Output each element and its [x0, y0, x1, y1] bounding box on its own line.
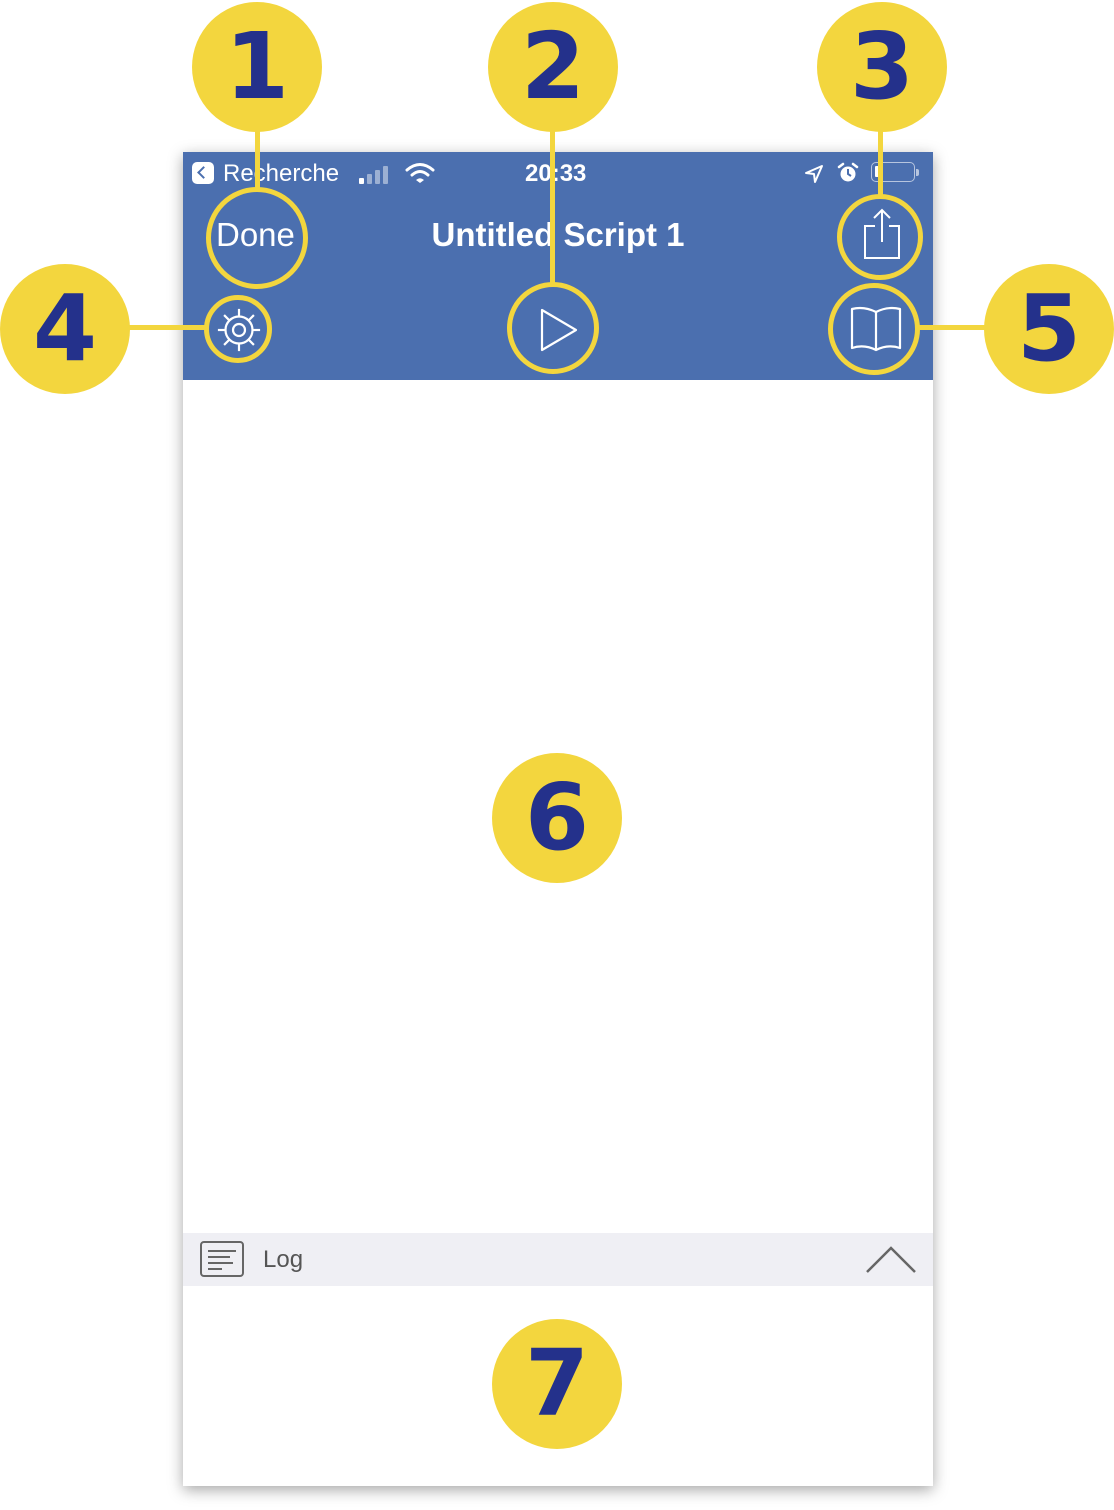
signal-icon [359, 166, 391, 184]
callout-line-1 [255, 128, 260, 188]
back-app-label[interactable]: Recherche [223, 160, 339, 188]
log-icon [200, 1241, 244, 1277]
callout-line-4 [128, 325, 206, 330]
callout-badge-2: 2 [488, 2, 618, 132]
callout-ring-done [206, 187, 308, 289]
callout-badge-7: 7 [492, 1319, 622, 1449]
callout-line-5 [918, 325, 986, 330]
callout-line-2 [550, 128, 555, 283]
back-app-icon[interactable] [192, 162, 214, 184]
callout-badge-1: 1 [192, 2, 322, 132]
status-time: 20:33 [525, 160, 587, 187]
location-icon [805, 165, 823, 183]
callout-badge-4: 4 [0, 264, 130, 394]
callout-ring-settings [204, 295, 272, 363]
callout-ring-share [837, 194, 923, 280]
chevron-up-icon[interactable] [865, 1245, 917, 1275]
callout-line-3 [878, 128, 883, 196]
alarm-icon [837, 162, 859, 182]
status-bar: Recherche 20:33 [183, 152, 933, 192]
callout-ring-documentation [828, 283, 920, 375]
callout-badge-5: 5 [984, 264, 1114, 394]
log-label: Log [263, 1246, 304, 1273]
callout-ring-run [507, 282, 599, 374]
log-bar[interactable]: Log [183, 1233, 933, 1286]
wifi-icon [405, 163, 435, 183]
callout-badge-6: 6 [492, 753, 622, 883]
callout-badge-3: 3 [817, 2, 947, 132]
